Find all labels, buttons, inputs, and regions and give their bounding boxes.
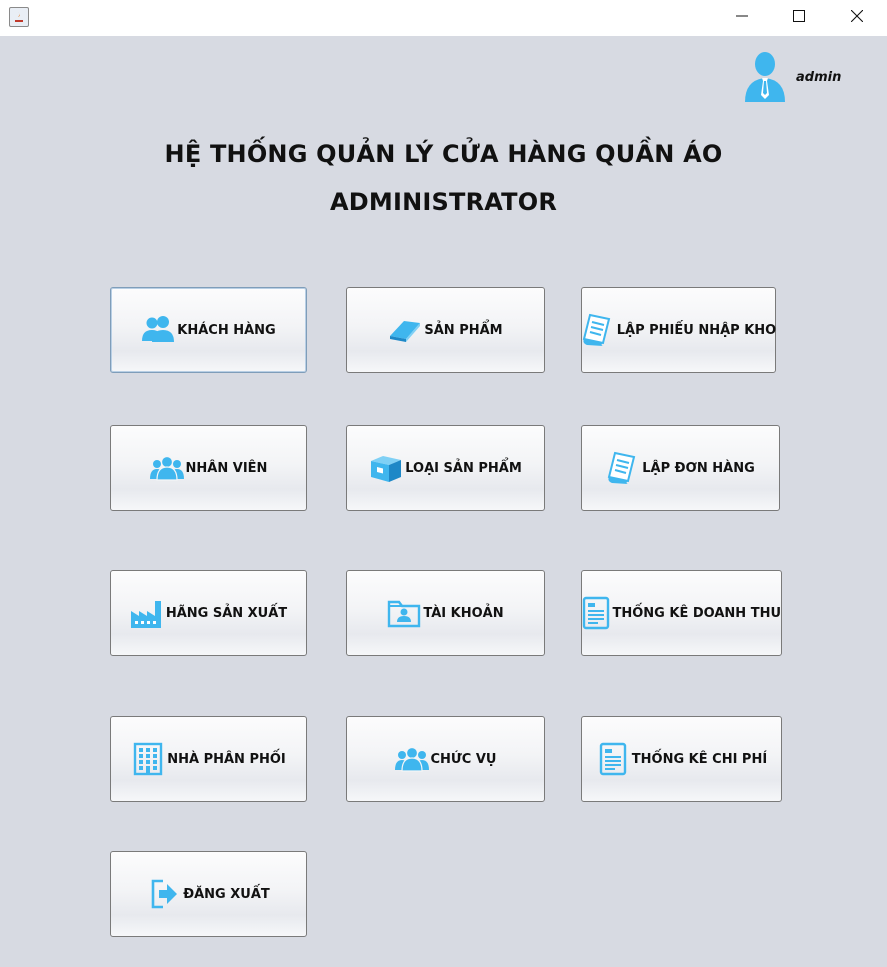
dang-xuat-button[interactable]: ĐĂNG XUẤT [110, 851, 307, 937]
lap-don-hang-label: LẬP ĐƠN HÀNG [642, 460, 755, 476]
nha-phan-phoi-button[interactable]: NHÀ PHÂN PHỐI [110, 716, 307, 802]
factory-icon [130, 596, 164, 630]
expense-report-icon [596, 742, 630, 776]
account-folder-icon [387, 596, 421, 630]
san-pham-label: SẢN PHẨM [424, 322, 503, 338]
employees-icon [149, 451, 184, 485]
box-icon [369, 451, 403, 485]
loai-san-pham-label: LOẠI SẢN PHẨM [405, 460, 522, 476]
thong-ke-chi-phi-button[interactable]: THỐNG KÊ CHI PHÍ [581, 716, 782, 802]
lap-don-hang-button[interactable]: LẬP ĐƠN HÀNG [581, 425, 780, 511]
customers-icon [141, 313, 175, 347]
order-receipt-icon [606, 451, 640, 485]
building-icon [131, 742, 165, 776]
receipt-icon [581, 313, 615, 347]
tai-khoan-label: TÀI KHOẢN [423, 605, 504, 621]
lap-phieu-nhap-kho-button[interactable]: LẬP PHIẾU NHẬP KHO [581, 287, 776, 373]
maximize-icon [793, 10, 805, 22]
logout-icon [147, 877, 181, 911]
close-button[interactable] [834, 0, 880, 32]
chuc-vu-label: CHỨC VỤ [430, 751, 497, 767]
san-pham-button[interactable]: SẢN PHẨM [346, 287, 545, 373]
nhan-vien-button[interactable]: NHÂN VIÊN [110, 425, 307, 511]
window-titlebar [0, 0, 887, 36]
maximize-button[interactable] [776, 0, 822, 32]
lap-phieu-nhap-kho-label: LẬP PHIẾU NHẬP KHO [616, 322, 777, 338]
minimize-icon [736, 15, 748, 17]
thong-ke-chi-phi-label: THỐNG KÊ CHI PHÍ [631, 751, 768, 767]
java-app-icon [9, 7, 29, 27]
chuc-vu-button[interactable]: CHỨC VỤ [346, 716, 545, 802]
nha-phan-phoi-label: NHÀ PHÂN PHỐI [167, 751, 286, 767]
nhan-vien-label: NHÂN VIÊN [185, 460, 268, 476]
khach-hang-label: KHÁCH HÀNG [177, 322, 276, 338]
hang-san-xuat-button[interactable]: HÃNG SẢN XUẤT [110, 570, 307, 656]
app-subtitle: ADMINISTRATOR [329, 188, 558, 216]
user-avatar-icon [745, 52, 785, 102]
username-label: admin [796, 70, 842, 85]
khach-hang-button[interactable]: KHÁCH HÀNG [110, 287, 307, 373]
positions-icon [394, 742, 429, 776]
revenue-report-icon [582, 596, 611, 630]
book-icon [388, 313, 422, 347]
hang-san-xuat-label: HÃNG SẢN XUẤT [165, 605, 288, 621]
user-info: admin [742, 48, 862, 104]
loai-san-pham-button[interactable]: LOẠI SẢN PHẨM [346, 425, 545, 511]
thong-ke-doanh-thu-button[interactable]: THỐNG KÊ DOANH THU [581, 570, 782, 656]
dang-xuat-label: ĐĂNG XUẤT [183, 886, 270, 902]
tai-khoan-button[interactable]: TÀI KHOẢN [346, 570, 545, 656]
thong-ke-doanh-thu-label: THỐNG KÊ DOANH THU [612, 605, 782, 621]
minimize-button[interactable] [719, 0, 765, 32]
close-icon [851, 10, 863, 22]
app-title: HỆ THỐNG QUẢN LÝ CỬA HÀNG QUẦN ÁO [164, 140, 723, 168]
